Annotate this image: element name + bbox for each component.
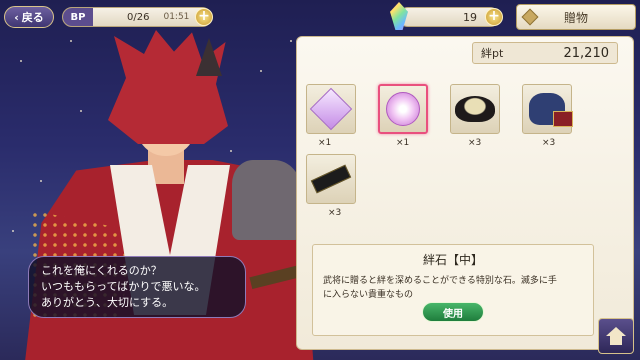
item-description-line2: に入らない貴重なもの xyxy=(323,290,414,300)
item-quantity: ×3 xyxy=(468,138,482,148)
bp-meter: BP 0/26 01:51 xyxy=(62,7,212,27)
inkstick-icon xyxy=(310,164,352,194)
cloth-bag-icon xyxy=(529,93,573,127)
back-arrow-icon: ‹ xyxy=(14,10,19,24)
gift-item[interactable]: ×3 xyxy=(450,84,510,150)
diamond-icon xyxy=(521,8,539,26)
home-button[interactable] xyxy=(598,318,634,354)
character-armor xyxy=(232,160,302,240)
gift-item-selected[interactable]: ×1 xyxy=(378,84,438,150)
gift-item-grid: ×1 ×1 ×3 ×3 ×3 xyxy=(306,84,606,234)
use-button[interactable]: 使用 xyxy=(422,302,484,322)
item-description-box: 絆石【中】 武将に贈ると絆を深めることができる特別な石。滅多に手 に入らない貴重… xyxy=(312,244,594,336)
item-name: 絆石【中】 xyxy=(422,253,483,267)
item-description-line1: 武将に贈ると絆を深めることができる特別な石。滅多に手 xyxy=(323,276,557,286)
gift-item[interactable]: ×3 xyxy=(306,154,366,220)
lavender-stone-icon xyxy=(309,87,353,131)
kizuna-label: 絆pt xyxy=(481,47,504,60)
home-icon xyxy=(606,327,626,345)
dialogue-line: これを俺にくれるのか？ xyxy=(41,264,162,277)
back-button[interactable]: ‹ 戻る xyxy=(4,6,54,28)
back-label: 戻る xyxy=(21,11,44,24)
kizuna-value: 21,210 xyxy=(563,45,610,61)
top-bar: ‹ 戻る BP 0/26 01:51 + 19 + 贈物 xyxy=(0,0,640,34)
dialogue-line: ありがとう、大切にする。 xyxy=(41,296,174,309)
kizuna-points: 絆pt 21,210 xyxy=(472,42,618,64)
item-quantity: ×1 xyxy=(396,138,410,148)
gift-item[interactable]: ×1 xyxy=(306,84,366,150)
lacquer-bowl-icon xyxy=(455,96,495,122)
bp-label: BP xyxy=(63,8,93,26)
item-quantity: ×1 xyxy=(318,138,332,148)
bp-timer: 01:51 xyxy=(163,12,190,22)
gem-plus-button[interactable]: + xyxy=(485,8,503,26)
gift-item[interactable]: ×3 xyxy=(522,84,582,150)
gift-tab-button[interactable]: 贈物 xyxy=(516,4,636,30)
pink-orb-icon xyxy=(386,92,420,126)
bp-value: 0/26 xyxy=(127,11,150,23)
dialogue-box[interactable]: これを俺にくれるのか？ いつももらってばかりで悪いな。 ありがとう、大切にする。 xyxy=(28,256,246,318)
item-quantity: ×3 xyxy=(542,138,556,148)
gem-count: 19 xyxy=(463,10,477,24)
item-quantity: ×3 xyxy=(328,208,342,218)
dialogue-line: いつももらってばかりで悪いな。 xyxy=(41,280,206,293)
gift-label: 贈物 xyxy=(563,10,588,25)
bp-plus-button[interactable]: + xyxy=(195,8,213,26)
